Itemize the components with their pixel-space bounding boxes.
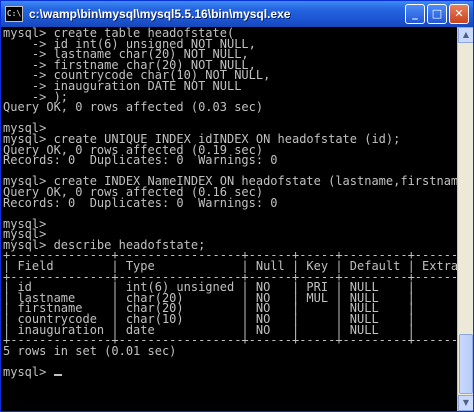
scroll-up-arrow-icon[interactable]: ▲ — [458, 27, 473, 43]
console-output[interactable]: mysql> create table headofstate( -> id i… — [1, 27, 457, 411]
window-controls: _ □ ✕ — [405, 4, 469, 24]
maximize-button[interactable]: □ — [427, 4, 447, 24]
console-text: mysql> create table headofstate( -> id i… — [1, 27, 457, 378]
close-button[interactable]: ✕ — [449, 4, 469, 24]
minimize-button[interactable]: _ — [405, 4, 425, 24]
console-line: mysql> — [3, 365, 54, 379]
console-app-icon[interactable]: C:\ — [5, 6, 23, 22]
scroll-down-arrow-icon[interactable]: ▼ — [458, 395, 473, 411]
window-title: c:\wamp\bin\mysql\mysql5.5.16\bin\mysql.… — [29, 7, 291, 21]
console-line: Records: 0 Duplicates: 0 Warnings: 0 — [3, 153, 278, 168]
text-cursor — [53, 374, 62, 376]
console-line: Query OK, 0 rows affected (0.03 sec) — [3, 100, 264, 115]
scrollbar-thumb[interactable] — [459, 334, 473, 394]
title-bar[interactable]: C:\ c:\wamp\bin\mysql\mysql5.5.16\bin\my… — [1, 1, 473, 27]
console-line: Records: 0 Duplicates: 0 Warnings: 0 — [3, 195, 278, 210]
console-line: 5 rows in set (0.01 sec) — [3, 343, 177, 358]
console-window: C:\ c:\wamp\bin\mysql\mysql5.5.16\bin\my… — [0, 0, 474, 412]
vertical-scrollbar[interactable]: ▲ ▼ — [457, 27, 473, 411]
